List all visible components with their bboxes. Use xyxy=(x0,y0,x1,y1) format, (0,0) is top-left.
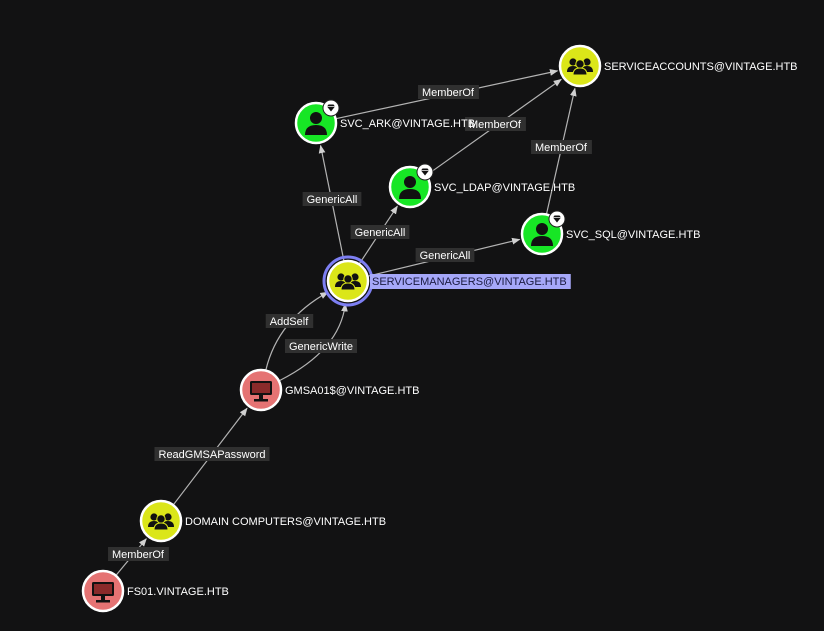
edge-label-text: ReadGMSAPassword xyxy=(159,449,266,461)
edge-label-memberof[interactable]: MemberOf xyxy=(418,85,479,99)
node-label: DOMAIN COMPUTERS@VINTAGE.HTB xyxy=(185,516,386,528)
node-label: SVC_SQL@VINTAGE.HTB xyxy=(566,229,700,241)
edge-label-text: GenericAll xyxy=(355,227,406,239)
high-value-badge-icon xyxy=(416,163,434,181)
edge-label-text: MemberOf xyxy=(535,142,588,154)
edge-label-text: MemberOf xyxy=(422,87,475,99)
edge-label-readgmsapassword[interactable]: ReadGMSAPassword xyxy=(154,447,270,461)
edge-label-text: AddSelf xyxy=(270,316,309,328)
edge-label-genericwrite[interactable]: GenericWrite xyxy=(285,339,357,353)
edge-label-genericall[interactable]: GenericAll xyxy=(415,248,475,262)
node-label: SVC_LDAP@VINTAGE.HTB xyxy=(434,182,575,194)
node-label: GMSA01$@VINTAGE.HTB xyxy=(285,385,419,397)
edge-label-text: MemberOf xyxy=(469,119,522,131)
node-label: SVC_ARK@VINTAGE.HTB xyxy=(340,118,475,130)
node-label: SERVICEMANAGERS@VINTAGE.HTB xyxy=(372,276,567,288)
attack-path-graph[interactable]: MemberOf MemberOf MemberOf GenericAll Generi… xyxy=(0,0,824,631)
edge-label-text: GenericAll xyxy=(307,194,358,206)
node-label: SERVICEACCOUNTS@VINTAGE.HTB xyxy=(604,61,798,73)
edge-label-text: GenericAll xyxy=(420,250,471,262)
edge-label-text: GenericWrite xyxy=(289,341,353,353)
node-label: FS01.VINTAGE.HTB xyxy=(127,586,229,598)
high-value-badge-icon xyxy=(322,99,340,117)
edge-label-addself[interactable]: AddSelf xyxy=(265,314,314,328)
edge-label-genericall[interactable]: GenericAll xyxy=(350,225,410,239)
edge-label-memberof[interactable]: MemberOf xyxy=(108,547,169,561)
high-value-badge-icon xyxy=(548,210,566,228)
edge-label-text: MemberOf xyxy=(112,549,165,561)
graph-canvas[interactable] xyxy=(0,0,824,631)
edge-label-genericall[interactable]: GenericAll xyxy=(302,192,362,206)
edge-label-memberof[interactable]: MemberOf xyxy=(531,140,592,154)
